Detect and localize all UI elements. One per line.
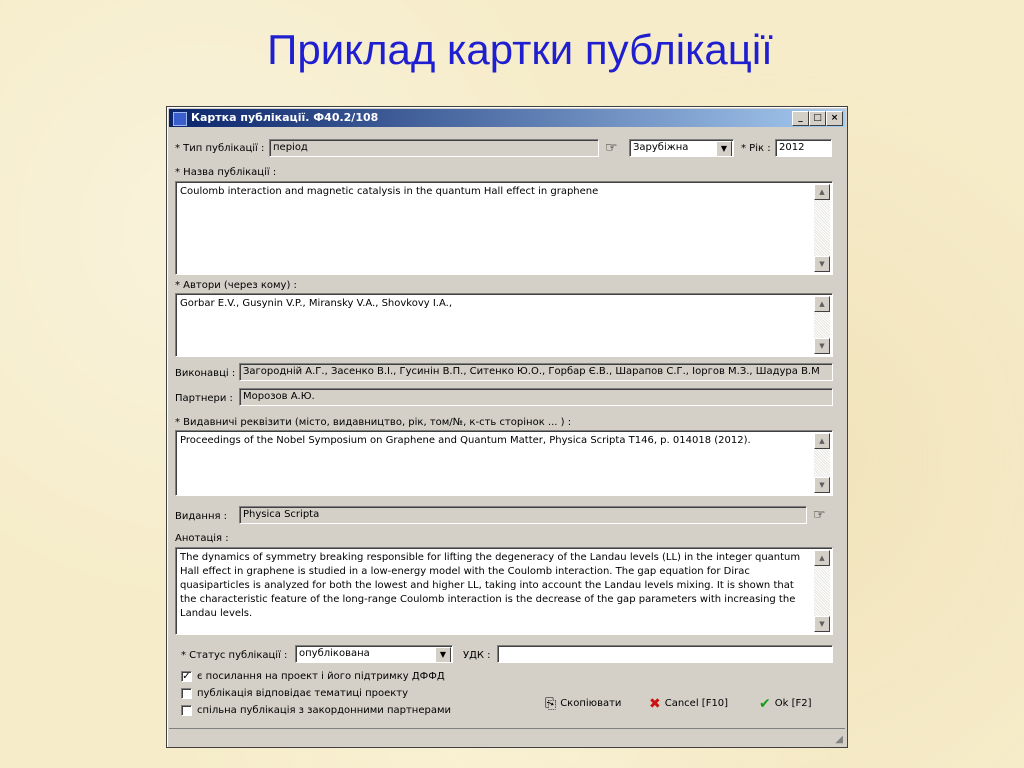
edition-field[interactable]: Physica Scripta [239, 506, 807, 524]
chevron-down-icon[interactable]: ▼ [716, 141, 732, 156]
checkbox-label: публікація відповідає тематиці проекту [197, 688, 409, 699]
edition-label: Видання : [175, 511, 228, 522]
window-title: Картка публікації. Ф40.2/108 [191, 111, 379, 124]
executors-field[interactable]: Загородній А.Г., Засенко В.І., Гусинін В… [239, 363, 833, 381]
cancel-button[interactable]: ✖ Cancel [F10] [649, 696, 728, 712]
executors-label: Виконавці : [175, 368, 236, 379]
copy-button[interactable]: ⎘ Скопіювати [545, 696, 621, 712]
app-icon [173, 112, 187, 126]
checkbox-label: є посилання на проект і його підтримку Д… [197, 671, 445, 682]
status-select[interactable]: опублікована ▼ [295, 645, 453, 663]
minimize-button[interactable]: _ [792, 111, 809, 126]
cancel-button-label: Cancel [F10] [664, 698, 729, 709]
cross-icon: ✖ [649, 696, 661, 712]
udk-field[interactable] [497, 645, 833, 663]
scroll-up-icon[interactable]: ▲ [814, 433, 830, 449]
pub-title-textarea[interactable]: Coulomb interaction and magnetic catalys… [175, 181, 833, 275]
publisher-text: Proceedings of the Nobel Symposium on Gr… [180, 435, 751, 446]
resize-grip-icon[interactable]: ◢ [835, 734, 843, 745]
scroll-down-icon[interactable]: ▼ [814, 616, 830, 632]
scrollbar[interactable]: ▲ ▼ [814, 184, 830, 272]
pub-title-text: Coulomb interaction and magnetic catalys… [180, 186, 599, 197]
abstract-label: Анотація : [175, 533, 229, 544]
abstract-text: The dynamics of symmetry breaking respon… [180, 552, 801, 619]
scroll-down-icon[interactable]: ▼ [814, 256, 830, 272]
authors-textarea[interactable]: Gorbar E.V., Gusynin V.P., Miransky V.A.… [175, 293, 833, 357]
pointing-hand-icon[interactable]: ☞ [813, 507, 826, 523]
authors-text: Gorbar E.V., Gusynin V.P., Miransky V.A.… [180, 298, 453, 309]
status-bar: ◢ [169, 728, 845, 745]
pub-type-label: * Тип публікації : [175, 143, 265, 154]
origin-select[interactable]: Зарубіжна ▼ [629, 139, 734, 157]
scroll-down-icon[interactable]: ▼ [814, 477, 830, 493]
ok-button[interactable]: ✔ Ok [F2] [759, 696, 812, 712]
copy-button-label: Скопіювати [560, 698, 622, 709]
scroll-up-icon[interactable]: ▲ [814, 184, 830, 200]
scroll-down-icon[interactable]: ▼ [814, 338, 830, 354]
partners-field[interactable]: Морозов А.Ю. [239, 388, 833, 406]
maximize-button[interactable]: □ [809, 111, 826, 126]
authors-label: * Автори (через кому) : [175, 280, 297, 291]
checkbox-project-topic[interactable] [181, 688, 192, 699]
scrollbar[interactable]: ▲ ▼ [814, 433, 830, 493]
chevron-down-icon[interactable]: ▼ [435, 647, 451, 662]
year-label: * Рік : [741, 143, 771, 154]
scrollbar[interactable]: ▲ ▼ [814, 550, 830, 632]
close-button[interactable]: × [826, 111, 843, 126]
publication-card-window: Картка публікації. Ф40.2/108 _ □ × * Тип… [166, 106, 848, 748]
abstract-textarea[interactable]: The dynamics of symmetry breaking respon… [175, 547, 833, 635]
publisher-textarea[interactable]: Proceedings of the Nobel Symposium on Gr… [175, 430, 833, 496]
status-select-value: опублікована [299, 648, 370, 659]
scroll-up-icon[interactable]: ▲ [814, 296, 830, 312]
scrollbar[interactable]: ▲ ▼ [814, 296, 830, 354]
scroll-up-icon[interactable]: ▲ [814, 550, 830, 566]
pointing-hand-icon[interactable]: ☞ [605, 140, 618, 156]
udk-label: УДК : [463, 650, 491, 661]
checkbox-foreign-partners[interactable] [181, 705, 192, 716]
check-icon: ✔ [759, 696, 771, 712]
pub-title-label: * Назва публікації : [175, 167, 277, 178]
partners-label: Партнери : [175, 393, 233, 404]
copy-icon: ⎘ [545, 696, 557, 712]
year-field[interactable]: 2012 [775, 139, 832, 157]
publisher-label: * Видавничі реквізити (місто, видавництв… [175, 417, 572, 428]
window-titlebar[interactable]: Картка публікації. Ф40.2/108 _ □ × [169, 109, 845, 127]
pub-type-field[interactable]: період [269, 139, 599, 157]
status-label: * Статус публікації : [181, 650, 288, 661]
checkbox-label: спільна публікація з закордонними партне… [197, 705, 452, 716]
origin-select-value: Зарубіжна [633, 142, 689, 153]
slide-title: Приклад картки публікації [267, 26, 773, 73]
ok-button-label: Ok [F2] [774, 698, 812, 709]
checkbox-dffd-support[interactable]: ✓ [181, 671, 192, 682]
